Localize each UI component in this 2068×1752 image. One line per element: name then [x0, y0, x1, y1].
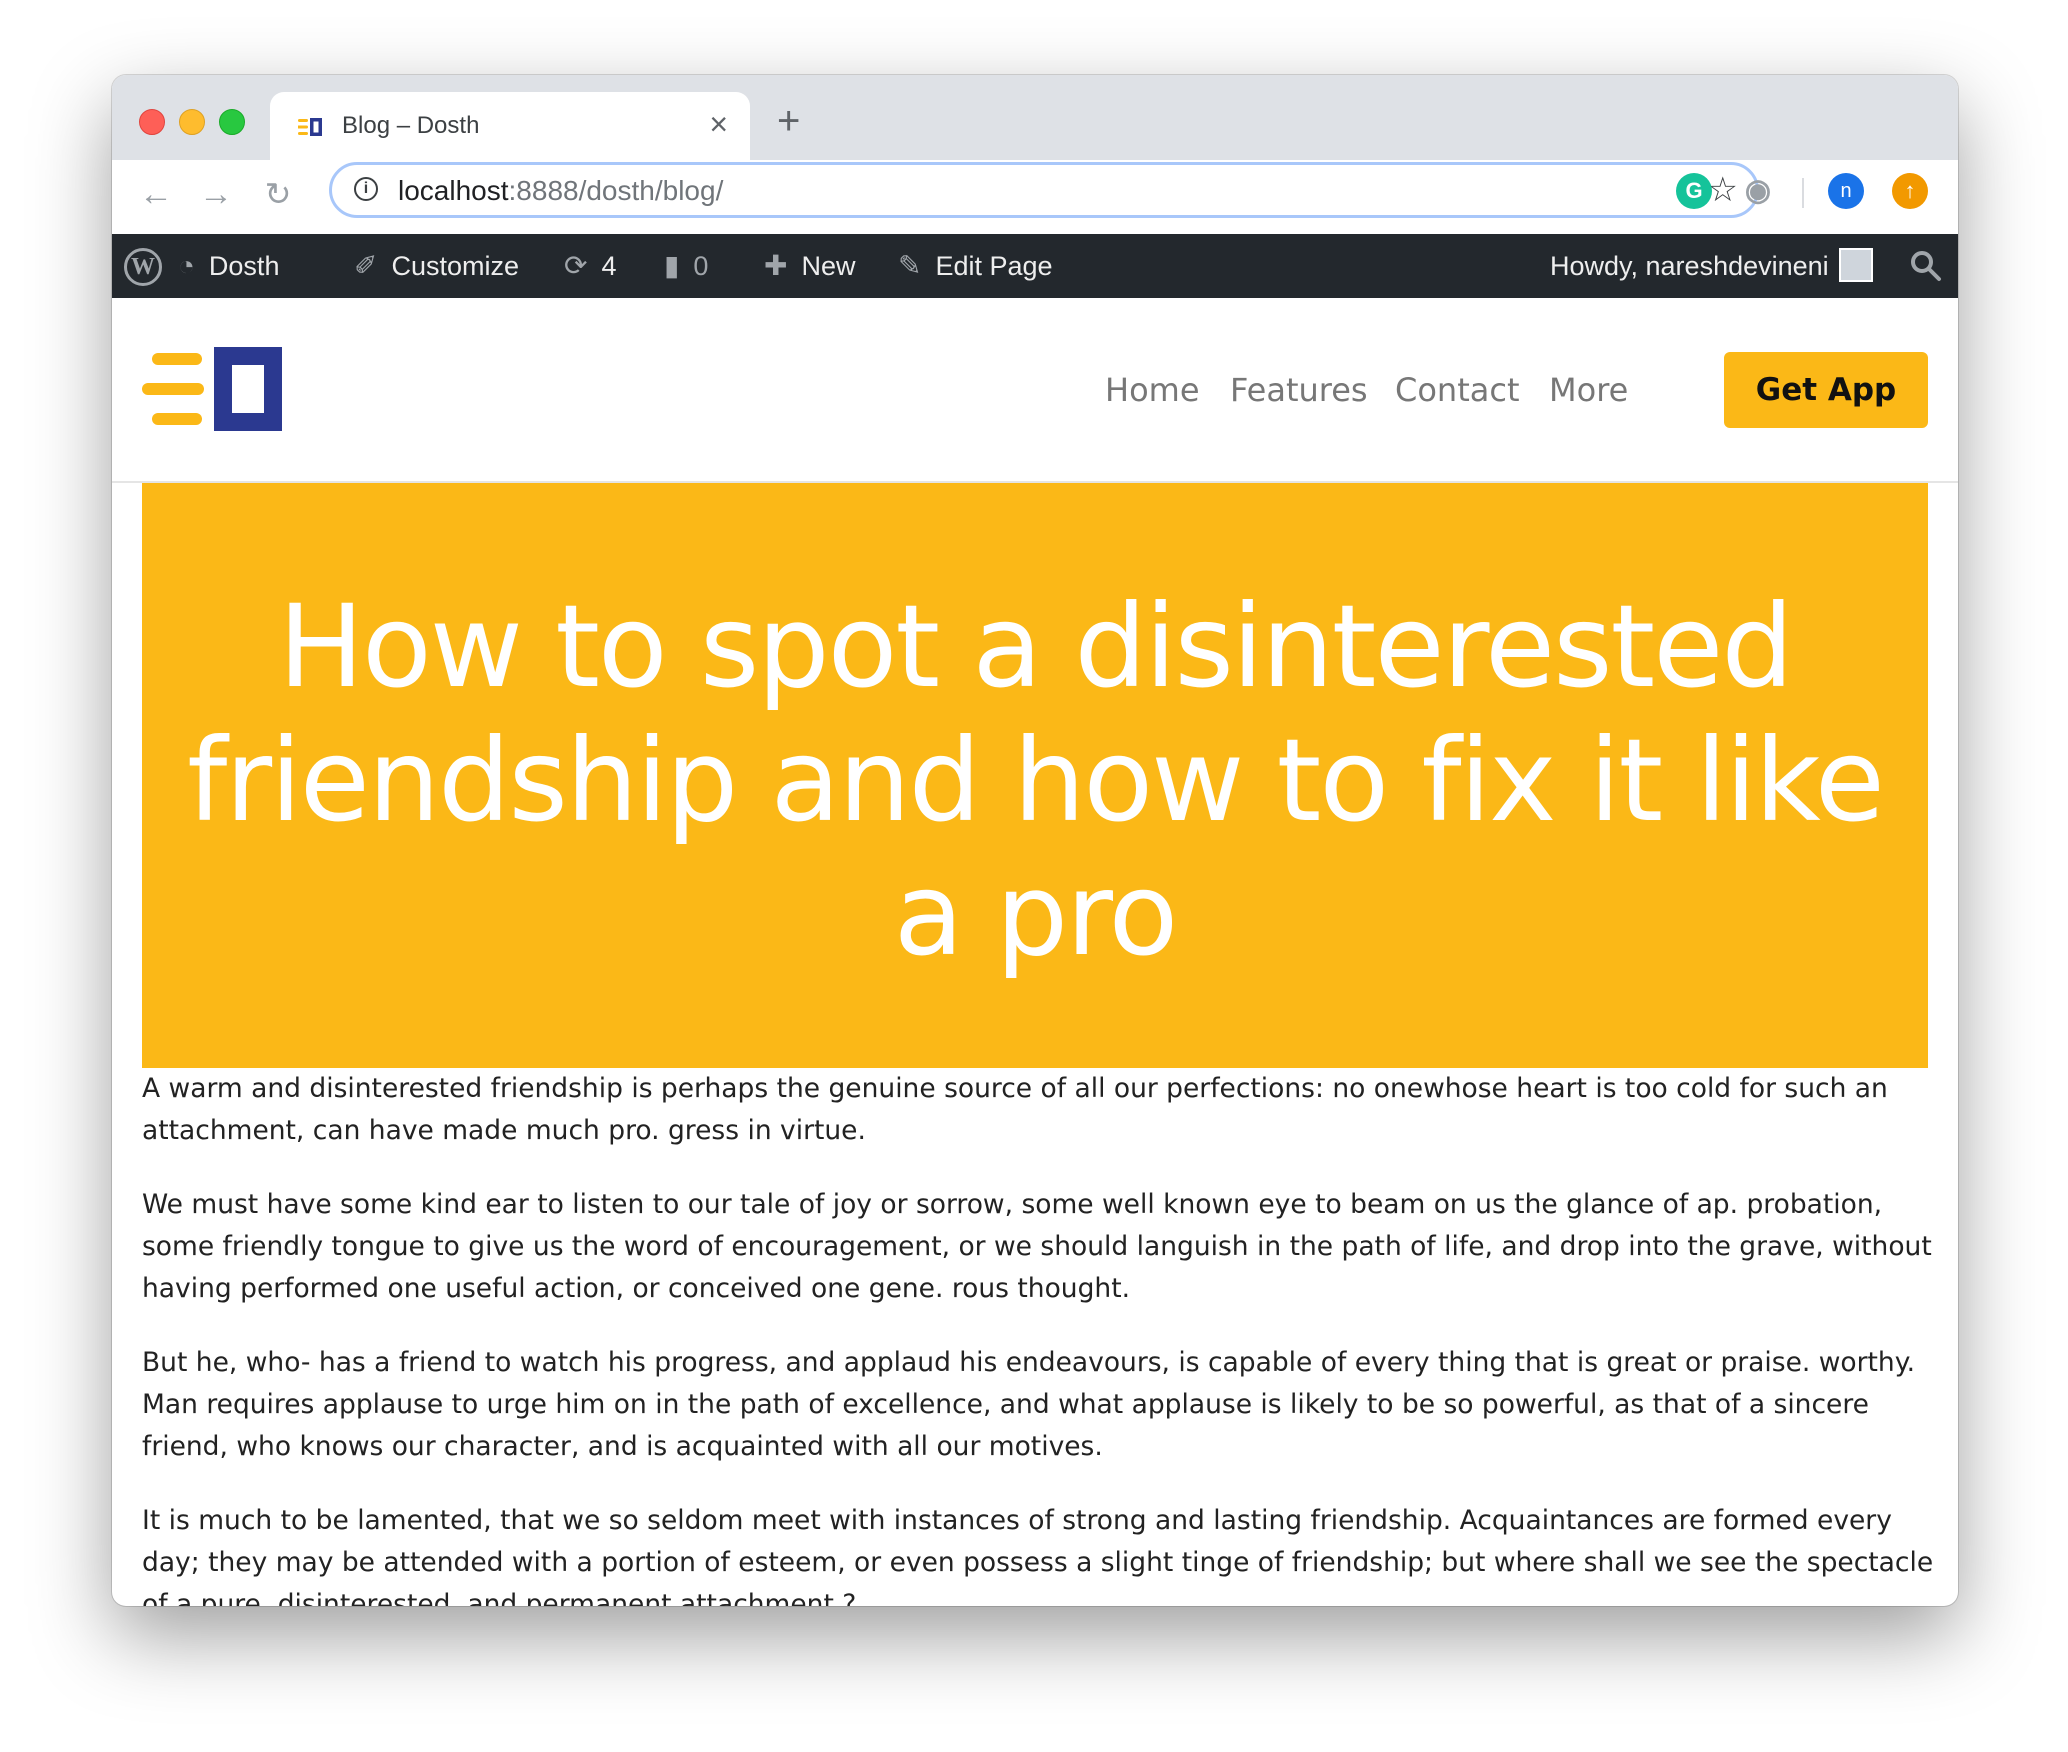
tab-blog[interactable]: Blog – Dosth × — [270, 92, 750, 160]
admin-new[interactable]: ✚ New — [764, 234, 855, 298]
post-paragraph: We must have some kind ear to listen to … — [142, 1189, 1932, 1304]
admin-customize[interactable]: ✐ Customize — [354, 234, 519, 298]
post-paragraph: It is much to be lamented, that we so se… — [142, 1505, 1934, 1606]
browser-toolbar: ← → ↻ i localhost:8888/dosth/blog/ ☆ G ◉… — [112, 160, 1958, 234]
url-host: localhost — [398, 175, 509, 206]
user-avatar — [1838, 247, 1873, 282]
close-window-button[interactable] — [139, 109, 165, 135]
wp-admin-bar: W ◔ Dosth ✐ Customize ⟳ 4 ▮ 0 ✚ New ✎ Edit Pag… — [112, 234, 1958, 298]
maximize-window-button[interactable] — [219, 109, 245, 135]
dashboard-icon: ◔ — [178, 250, 195, 281]
minimize-window-button[interactable] — [179, 109, 205, 135]
tab-strip: Blog – Dosth × + — [112, 75, 1958, 160]
nav-more[interactable]: More — [1549, 370, 1628, 410]
post-title: How to spot a disinterested friendship a… — [187, 580, 1885, 981]
site-info-icon[interactable]: i — [354, 177, 378, 201]
plus-icon: ✚ — [764, 250, 788, 281]
admin-howdy: Howdy, nareshdevineni — [1550, 251, 1829, 281]
url-path: :8888/dosth/blog/ — [508, 175, 724, 206]
post-content: A warm and disinterested friendship is p… — [142, 1068, 1938, 1606]
comment-bubble-icon: ▮ — [664, 250, 680, 281]
new-tab-button[interactable]: + — [777, 101, 800, 141]
pencil-icon: ✎ — [898, 250, 922, 281]
admin-updates[interactable]: ⟳ 4 — [564, 234, 617, 298]
post-paragraph: But he, who- has a friend to watch his p… — [142, 1347, 1916, 1462]
admin-updates-count: 4 — [601, 251, 617, 281]
admin-comments-count: 0 — [693, 251, 709, 281]
wordpress-logo-icon[interactable]: W — [124, 248, 162, 286]
get-app-button[interactable]: Get App — [1724, 352, 1928, 428]
browser-window: Blog – Dosth × + ← → ↻ i localhost:8888/… — [112, 75, 1958, 1606]
camera-icon[interactable]: ◉ — [1740, 173, 1776, 209]
admin-site-name[interactable]: ◔ Dosth — [178, 234, 279, 298]
admin-customize-label: Customize — [391, 251, 520, 281]
forward-arrow-icon[interactable]: → — [196, 174, 236, 214]
admin-account[interactable]: Howdy, nareshdevineni — [1550, 234, 1873, 298]
nav-home[interactable]: Home — [1105, 370, 1200, 410]
nav-contact[interactable]: Contact — [1395, 370, 1520, 410]
tab-title: Blog – Dosth — [342, 112, 480, 139]
nav-features[interactable]: Features — [1230, 370, 1368, 410]
grammarly-icon[interactable]: G — [1676, 173, 1712, 209]
admin-new-label: New — [801, 251, 856, 281]
profile-avatar[interactable]: n — [1828, 173, 1864, 209]
dosth-logo[interactable] — [142, 347, 282, 431]
admin-edit-page[interactable]: ✎ Edit Page — [898, 234, 1053, 298]
toolbar-divider — [1802, 178, 1804, 208]
post-paragraph: A warm and disinterested friendship is p… — [142, 1073, 1888, 1146]
url-text[interactable]: localhost:8888/dosth/blog/ — [398, 174, 723, 208]
search-icon[interactable] — [1908, 248, 1944, 284]
admin-site-label: Dosth — [208, 251, 280, 281]
reload-icon[interactable]: ↻ — [258, 174, 298, 214]
tab-close-icon[interactable]: × — [709, 108, 728, 140]
site-header: Home Features Contact More Get App — [112, 298, 1958, 483]
site-favicon-icon — [298, 118, 322, 136]
updates-icon: ⟳ — [564, 250, 588, 281]
update-icon[interactable]: ↑ — [1892, 173, 1928, 209]
brush-icon: ✐ — [354, 250, 378, 281]
post-hero: How to spot a disinterested friendship a… — [142, 483, 1928, 1068]
address-bar[interactable]: i localhost:8888/dosth/blog/ ☆ — [329, 162, 1759, 218]
admin-edit-page-label: Edit Page — [935, 251, 1053, 281]
back-arrow-icon[interactable]: ← — [136, 174, 176, 214]
admin-comments[interactable]: ▮ 0 — [664, 234, 708, 298]
bookmark-star-icon[interactable]: ☆ — [1708, 171, 1738, 209]
